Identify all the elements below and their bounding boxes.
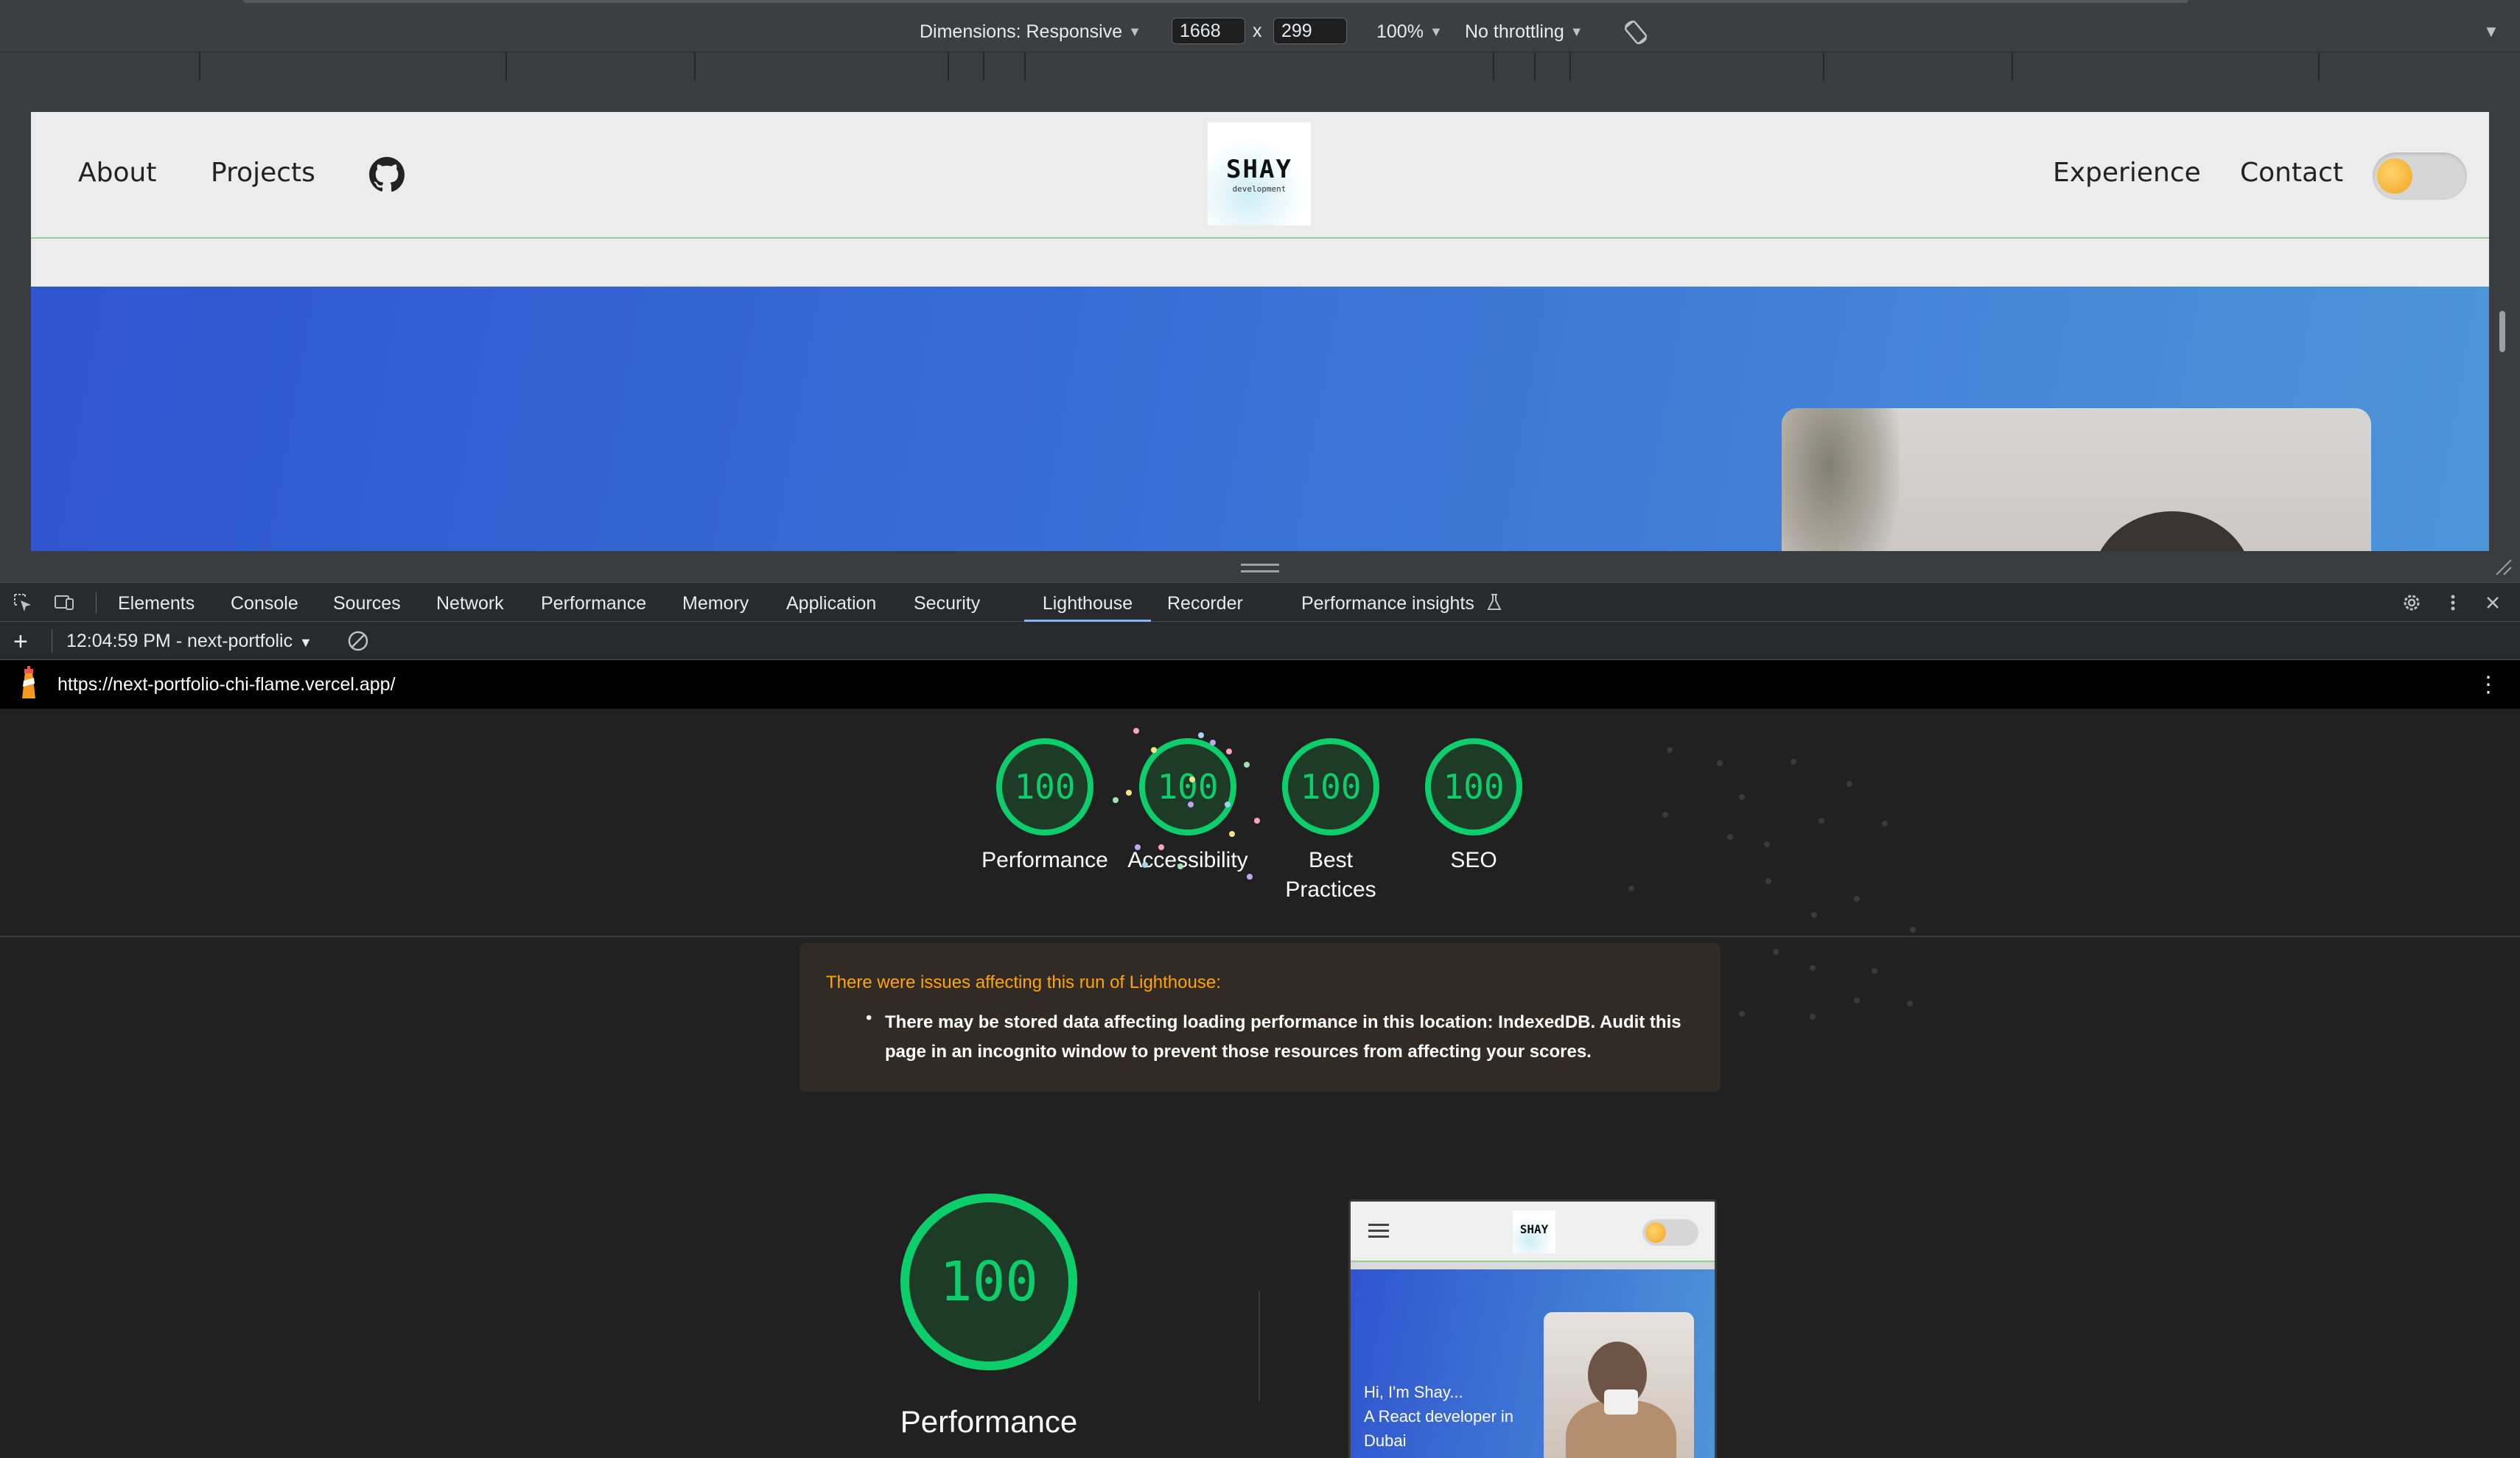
gauge-label-text: SEO <box>1450 848 1497 872</box>
nav-projects-link[interactable]: Projects <box>211 158 315 188</box>
resize-drag-handle[interactable] <box>1241 564 1279 572</box>
nav-about-link[interactable]: About <box>78 158 156 188</box>
gauge-label-text-2: Practices <box>1285 877 1376 902</box>
thumbnail-hero-text: Hi, I'm Shay... A React developer in Dub… <box>1364 1380 1541 1453</box>
more-options-icon[interactable] <box>2442 592 2464 614</box>
sun-icon <box>2377 158 2412 194</box>
tab-elements[interactable]: Elements <box>118 590 195 623</box>
tab-lighthouse[interactable]: Lighthouse <box>1024 590 1151 623</box>
vertical-divider <box>1259 1291 1260 1401</box>
sun-icon <box>1645 1222 1666 1243</box>
audited-url[interactable]: https://next-portfolio-chi-flame.vercel.… <box>57 674 396 695</box>
tab-security[interactable]: Security <box>914 590 980 623</box>
tab-sources[interactable]: Sources <box>333 590 401 623</box>
chevron-down-icon: ▼ <box>1569 24 1583 39</box>
thumbnail-hero: Hi, I'm Shay... A React developer in Dub… <box>1351 1269 1715 1458</box>
gauge-label: Accessibility <box>1107 846 1269 875</box>
thumbnail-hero-line-2: A React developer in Dubai <box>1364 1407 1514 1450</box>
rotate-icon[interactable] <box>1621 18 1651 47</box>
viewport-scrollbar[interactable] <box>2499 311 2505 352</box>
throttling-label: No throttling <box>1465 21 1564 42</box>
gauge-label-text: Best <box>1308 848 1354 872</box>
thumbnail-theme-toggle <box>1642 1219 1698 1246</box>
gauge-label-text: Accessibility <box>1127 848 1248 872</box>
report-selector[interactable]: 12:04:59 PM - next-portfolic ▼ <box>66 631 312 652</box>
score-value: 100 <box>1300 767 1362 807</box>
inspect-element-icon[interactable] <box>12 592 34 614</box>
dimensions-dropdown[interactable]: Dimensions: Responsive ▼ <box>920 15 1141 49</box>
nav-experience-link[interactable]: Experience <box>2053 158 2201 188</box>
chevron-down-icon: ▼ <box>1429 24 1443 39</box>
media-query-ruler[interactable] <box>0 52 2520 81</box>
resize-corner-icon[interactable] <box>2493 557 2513 576</box>
tab-recorder[interactable]: Recorder <box>1167 590 1243 623</box>
site-navbar: About Projects SHAY development Experien… <box>31 112 2489 239</box>
chevron-down-icon: ▼ <box>299 635 312 650</box>
site-logo[interactable]: SHAY development <box>1208 122 1311 225</box>
new-report-icon[interactable]: + <box>13 628 28 656</box>
zoom-label: 100% <box>1376 21 1424 42</box>
device-toggle-icon[interactable] <box>53 592 75 614</box>
close-icon[interactable] <box>2482 592 2504 614</box>
tab-network[interactable]: Network <box>436 590 504 623</box>
settings-gear-icon[interactable] <box>2401 592 2423 614</box>
report-url-bar: https://next-portfolio-chi-flame.vercel.… <box>0 660 2520 709</box>
throttling-dropdown[interactable]: No throttling ▼ <box>1465 15 1583 49</box>
lighthouse-toolbar: + 12:04:59 PM - next-portfolic ▼ <box>0 622 2520 660</box>
logo-subtext: development <box>1232 183 1287 194</box>
tab-application[interactable]: Application <box>786 590 876 623</box>
top-scrollbar[interactable] <box>243 0 2188 3</box>
clear-reports-icon[interactable] <box>346 629 370 653</box>
warning-box: There were issues affecting this run of … <box>799 943 1721 1092</box>
zoom-dropdown[interactable]: 100% ▼ <box>1376 15 1443 49</box>
tab-memory[interactable]: Memory <box>682 590 749 623</box>
thumbnail-logo: SHAY <box>1513 1210 1555 1253</box>
tab-console[interactable]: Console <box>231 590 298 623</box>
times-sign: x <box>1253 21 1262 41</box>
lighthouse-logo-icon <box>22 666 35 698</box>
gauge-best-practices[interactable]: 100 <box>1282 738 1379 835</box>
gauge-seo[interactable]: 100 <box>1425 738 1522 835</box>
report-menu-icon[interactable]: ⋮ <box>2477 672 2499 698</box>
warning-item: There may be stored data affecting loadi… <box>885 1012 1681 1062</box>
section-divider <box>0 936 2520 937</box>
gauge-label-text: Performance <box>981 848 1108 872</box>
thumbnail-navbar: SHAY <box>1351 1202 1715 1262</box>
nav-contact-link[interactable]: Contact <box>2240 158 2343 188</box>
bullet-icon: • <box>866 1008 872 1028</box>
hamburger-menu-icon <box>1368 1224 1389 1238</box>
thumbnail-photo <box>1544 1312 1694 1458</box>
gauge-performance-large: 100 <box>900 1194 1077 1370</box>
performance-heading: Performance <box>900 1404 1078 1439</box>
lighthouse-report: 100 Performance 100 Accessibility 100 Be… <box>0 709 2520 1458</box>
github-icon[interactable] <box>368 156 405 193</box>
report-selector-label: 12:04:59 PM - next-portfolic <box>66 631 293 651</box>
flask-icon <box>1487 594 1502 610</box>
tab-performance-insights[interactable]: Performance insights <box>1301 590 1474 623</box>
height-input[interactable] <box>1273 18 1347 44</box>
emulated-page: About Projects SHAY development Experien… <box>31 112 2489 551</box>
logo-text: SHAY <box>1226 154 1292 184</box>
devtools-tabbar: Elements Console Sources Network Perform… <box>0 582 2520 623</box>
hero-photo <box>1782 408 2371 551</box>
score-value: 100 <box>1443 767 1505 807</box>
final-screenshot-thumbnail[interactable]: SHAY Hi, I'm Shay... A React developer i… <box>1348 1199 1717 1458</box>
gauge-performance[interactable]: 100 <box>996 738 1093 835</box>
toolbar-more-icon[interactable]: ▼ <box>2483 22 2499 41</box>
chevron-down-icon: ▼ <box>1128 24 1141 39</box>
dimensions-label: Dimensions: Responsive <box>920 21 1123 42</box>
width-input[interactable] <box>1172 18 1245 44</box>
theme-toggle[interactable] <box>2373 153 2467 200</box>
gauge-label: SEO <box>1393 846 1555 875</box>
score-value: 100 <box>1014 767 1076 807</box>
thumbnail-hero-line-1: Hi, I'm Shay... <box>1364 1383 1463 1401</box>
warning-title: There were issues affecting this run of … <box>826 972 1221 992</box>
tab-performance[interactable]: Performance <box>541 590 646 623</box>
main-score-value: 100 <box>939 1250 1038 1314</box>
hero-section <box>31 287 2489 551</box>
gauge-label: Best Practices <box>1250 846 1412 905</box>
gauge-label: Performance <box>964 846 1126 875</box>
